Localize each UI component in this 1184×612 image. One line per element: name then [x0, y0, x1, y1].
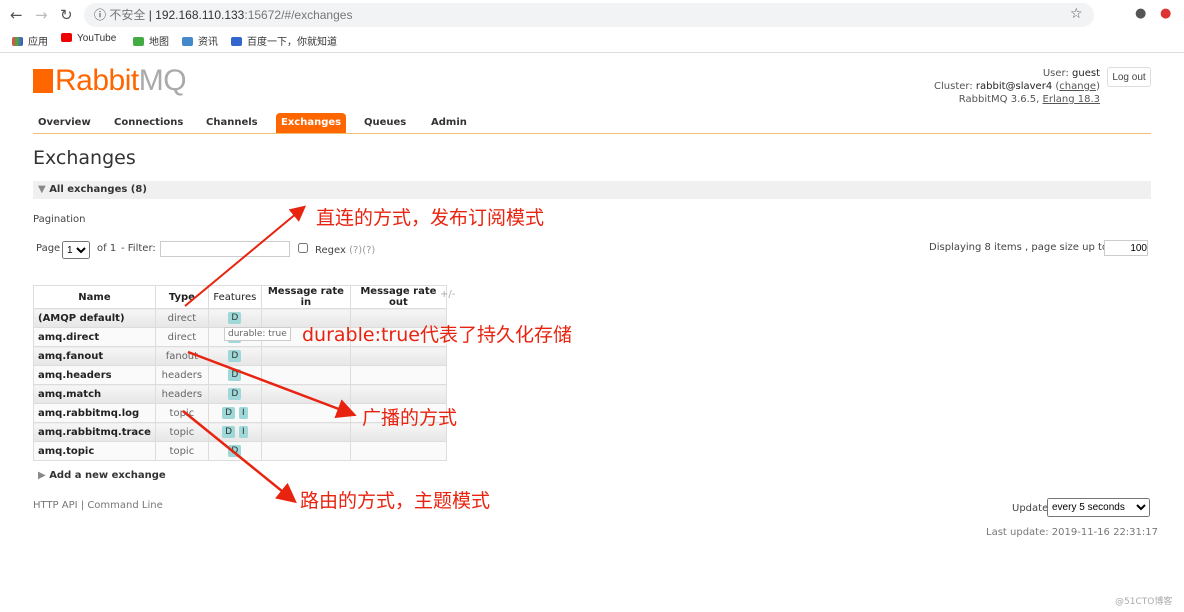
watermark: @51CTO博客: [1115, 597, 1173, 607]
annotation-fanout: 广播的方式: [362, 407, 458, 429]
annotation-direct: 直连的方式，发布订阅模式: [316, 207, 545, 229]
arrow-topic: [182, 410, 297, 504]
arrow-fanout: [187, 350, 357, 419]
annotation-topic: 路由的方式，主题模式: [300, 490, 491, 512]
annotation-durable: durable:true代表了持久化存储: [302, 324, 572, 346]
annotation-arrows: [182, 205, 357, 504]
arrow-direct: [184, 205, 307, 307]
